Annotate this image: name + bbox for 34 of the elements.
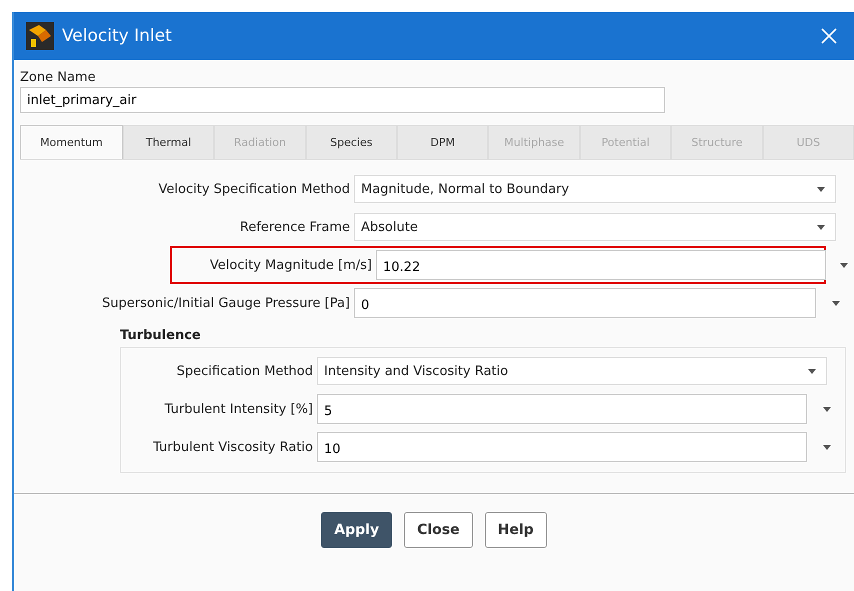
window-title: Velocity Inlet [62, 26, 173, 46]
dialog-button[interactable]: Apply [321, 512, 392, 548]
caret-icon [817, 186, 825, 192]
tab[interactable]: Momentum [20, 125, 123, 159]
number-field[interactable]: 10 [317, 432, 807, 462]
dropdown[interactable]: Intensity and Viscosity Ratio [317, 357, 827, 385]
field-label: Velocity Specification Method [158, 182, 350, 196]
number-field[interactable]: 10.22 [376, 250, 826, 280]
number-field[interactable]: 5 [317, 394, 807, 424]
zone-name-field[interactable]: inlet_primary_air [20, 87, 665, 113]
app-icon [26, 22, 54, 50]
field-label: Velocity Magnitude [m/s] [208, 258, 372, 272]
section-title: Turbulence [120, 328, 202, 343]
tab[interactable]: Species [306, 125, 398, 159]
field-label: Turbulent Intensity [%] [164, 402, 313, 416]
dialog-button[interactable]: Help [484, 512, 547, 548]
number-field[interactable]: 0 [354, 288, 816, 318]
dialog-button[interactable]: Close [404, 512, 473, 548]
dropdown[interactable]: Magnitude, Normal to Boundary [354, 175, 836, 203]
caret-icon[interactable] [823, 444, 831, 450]
caret-icon [817, 224, 825, 230]
caret-icon[interactable] [840, 262, 848, 268]
dropdown[interactable]: Absolute [354, 213, 836, 241]
tab[interactable]: Thermal [122, 125, 214, 159]
close-icon[interactable] [820, 27, 838, 45]
field-label: Specification Method [176, 364, 313, 378]
field-label: Reference Frame [238, 220, 350, 234]
caret-icon[interactable] [832, 300, 840, 306]
zone-name-label: Zone Name [20, 70, 97, 85]
field-label: Supersonic/Initial Gauge Pressure [Pa] [101, 296, 350, 310]
caret-icon[interactable] [823, 406, 831, 412]
tab[interactable]: DPM [397, 125, 488, 159]
caret-icon [808, 368, 816, 374]
field-label: Turbulent Viscosity Ratio [152, 440, 313, 454]
